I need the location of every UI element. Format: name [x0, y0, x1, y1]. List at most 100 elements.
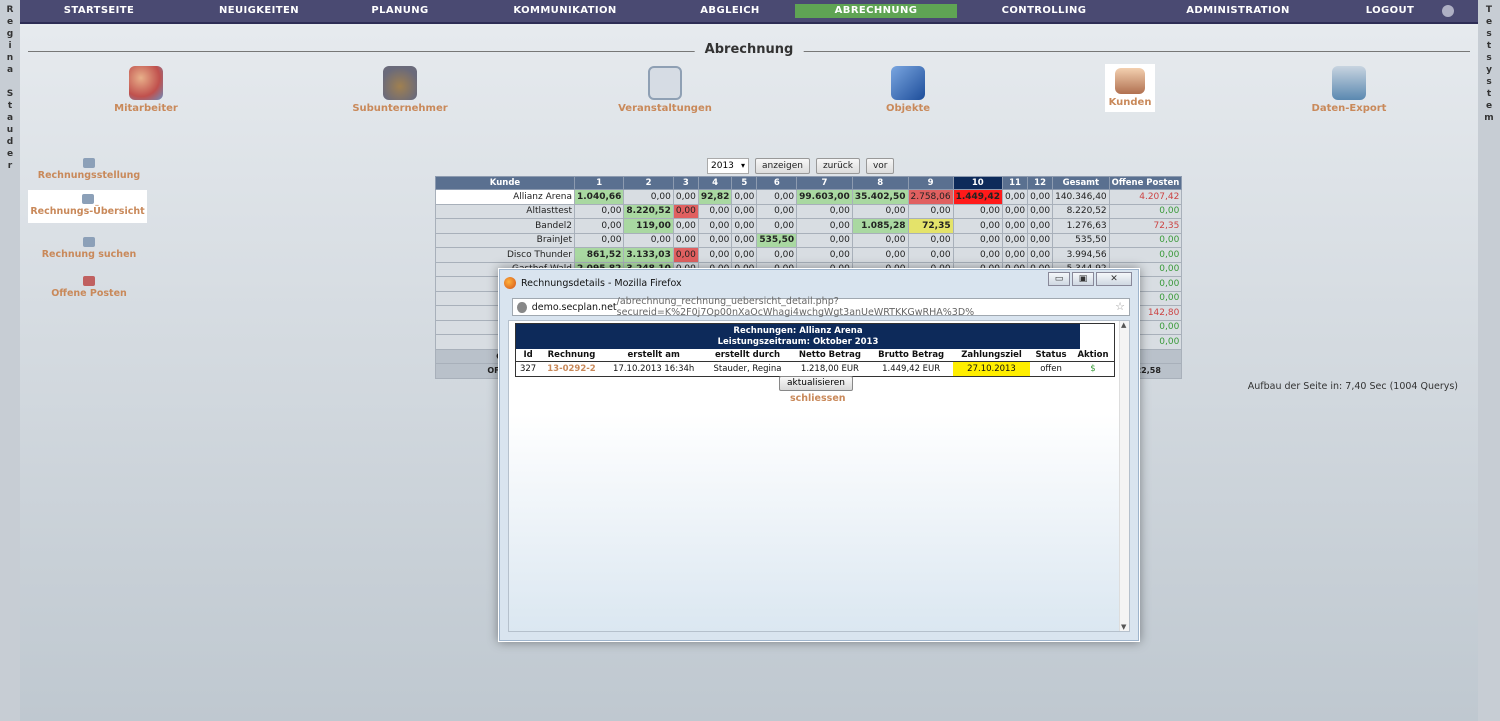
- month-value[interactable]: 1.040,66: [573, 189, 625, 205]
- customer-name[interactable]: Bandel2: [435, 218, 575, 234]
- month-value[interactable]: 0,00: [623, 232, 674, 248]
- address-bar[interactable]: demo.secplan.net/abrechnung_rechnung_ueb…: [512, 296, 1130, 318]
- year-select[interactable]: 2013: [707, 158, 749, 174]
- month-value[interactable]: 0,00: [672, 247, 699, 263]
- month-value[interactable]: 0,00: [697, 203, 733, 219]
- menu-rechnungs-uebersicht[interactable]: Rechnungs-Übersicht: [28, 190, 147, 223]
- close-window-button[interactable]: ✕: [1096, 272, 1132, 286]
- customer-name[interactable]: Allianz Arena: [435, 189, 575, 205]
- nav-kommunikation[interactable]: KOMMUNIKATION: [475, 4, 655, 18]
- month-value[interactable]: 92,82: [697, 189, 733, 205]
- scroll-down-arrow[interactable]: ▼: [1121, 623, 1126, 631]
- next-button[interactable]: vor: [865, 158, 895, 174]
- month-value[interactable]: 0,00: [731, 232, 758, 248]
- menu-rechnung-suchen[interactable]: Rechnung suchen: [30, 237, 148, 260]
- month-value[interactable]: 0,00: [756, 189, 798, 205]
- month-value[interactable]: 0,00: [697, 218, 733, 234]
- nav-startseite[interactable]: STARTSEITE: [24, 4, 174, 18]
- refresh-button[interactable]: aktualisieren: [779, 376, 853, 391]
- month-value[interactable]: 0,00: [756, 247, 798, 263]
- menu-offene-posten[interactable]: Offene Posten: [30, 276, 148, 299]
- month-value[interactable]: 0,00: [1002, 203, 1029, 219]
- month-value[interactable]: 0,00: [697, 232, 733, 248]
- month-value[interactable]: 0,00: [1002, 247, 1029, 263]
- maximize-button[interactable]: ▣: [1072, 272, 1094, 286]
- scrollbar[interactable]: ▲ ▼: [1119, 321, 1129, 631]
- close-link[interactable]: schliessen: [790, 393, 846, 404]
- month-value[interactable]: 0,00: [851, 247, 909, 263]
- month-value[interactable]: 0,00: [796, 247, 853, 263]
- month-value[interactable]: 861,52: [573, 247, 625, 263]
- invoice-number-link[interactable]: 13-0292-2: [540, 362, 603, 377]
- month-value[interactable]: 0,00: [731, 203, 758, 219]
- month-value[interactable]: 0,00: [851, 232, 909, 248]
- category-kunden[interactable]: Kunden: [1105, 64, 1155, 112]
- customer-name[interactable]: Altlasttest: [435, 203, 575, 219]
- month-value[interactable]: 0,00: [623, 189, 674, 205]
- month-value[interactable]: 35.402,50: [851, 189, 909, 205]
- menu-rechnungsstellung[interactable]: Rechnungsstellung: [30, 158, 148, 181]
- month-value[interactable]: 0,00: [731, 189, 758, 205]
- month-value[interactable]: 3.994,56: [1052, 247, 1110, 263]
- month-value[interactable]: 0,00: [796, 218, 853, 234]
- month-value[interactable]: 0,00: [731, 247, 758, 263]
- category-mitarbeiter[interactable]: Mitarbeiter: [76, 64, 216, 114]
- month-value[interactable]: 140.346,40: [1052, 189, 1110, 205]
- bookmark-star-icon[interactable]: ☆: [1115, 300, 1125, 313]
- month-value[interactable]: 0,00: [907, 247, 954, 263]
- nav-planung[interactable]: PLANUNG: [325, 4, 475, 18]
- minimize-button[interactable]: ▭: [1048, 272, 1070, 286]
- month-value[interactable]: 0,00: [756, 218, 798, 234]
- month-value[interactable]: 1.449,42: [952, 189, 1004, 205]
- month-value[interactable]: 3.133,03: [623, 247, 674, 263]
- customer-name[interactable]: Disco Thunder: [435, 247, 575, 263]
- month-value[interactable]: 0,00: [1027, 218, 1054, 234]
- month-value[interactable]: 8.220,52: [623, 203, 674, 219]
- month-value[interactable]: 0,00: [1027, 232, 1054, 248]
- month-value[interactable]: 0,00: [952, 203, 1004, 219]
- nav-abrechnung[interactable]: ABRECHNUNG: [795, 4, 957, 18]
- customer-name[interactable]: BrainJet: [435, 232, 575, 248]
- month-value[interactable]: 0,00: [796, 232, 853, 248]
- table-row[interactable]: Disco Thunder 861,52 3.133,03 0,00 0,00 0,00 0…: [435, 247, 1183, 263]
- table-row[interactable]: Altlasttest 0,00 8.220,52 0,00 0,00 0,00 0,00 0…: [435, 203, 1183, 219]
- scroll-up-arrow[interactable]: ▲: [1121, 321, 1126, 329]
- back-button[interactable]: zurück: [815, 158, 860, 174]
- category-daten-export[interactable]: Daten-Export: [1279, 64, 1419, 114]
- month-value[interactable]: 535,50: [756, 232, 798, 248]
- month-value[interactable]: 0,00: [1027, 189, 1054, 205]
- month-value[interactable]: 0,00: [697, 247, 733, 263]
- month-value[interactable]: 119,00: [623, 218, 674, 234]
- month-value[interactable]: 2.758,06: [907, 189, 954, 205]
- category-veranstaltungen[interactable]: Veranstaltungen: [595, 64, 735, 114]
- month-value[interactable]: 0,00: [672, 189, 699, 205]
- nav-neuigkeiten[interactable]: NEUIGKEITEN: [180, 4, 338, 18]
- month-value[interactable]: 8.220,52: [1052, 203, 1110, 219]
- month-value[interactable]: 0,00: [796, 203, 853, 219]
- nav-abgleich[interactable]: ABGLEICH: [660, 4, 800, 18]
- month-value[interactable]: 0,00: [1027, 247, 1054, 263]
- month-value[interactable]: 1.276,63: [1052, 218, 1110, 234]
- month-value[interactable]: 0,00: [907, 203, 954, 219]
- table-row[interactable]: Allianz Arena 1.040,66 0,00 0,00 92,82 0,00 0,…: [435, 189, 1183, 205]
- month-value[interactable]: 535,50: [1052, 232, 1110, 248]
- payment-action-icon[interactable]: $: [1072, 362, 1114, 377]
- settings-icon[interactable]: [1442, 5, 1454, 17]
- month-value[interactable]: 0,00: [672, 203, 699, 219]
- month-value[interactable]: 0,00: [573, 218, 625, 234]
- month-value[interactable]: 0,00: [1002, 218, 1029, 234]
- show-button[interactable]: anzeigen: [755, 158, 810, 174]
- month-value[interactable]: 99.603,00: [796, 189, 853, 205]
- table-row[interactable]: Bandel2 0,00 119,00 0,00 0,00 0,00 0,00 0,00 1.0…: [435, 218, 1183, 234]
- month-value[interactable]: 0,00: [851, 203, 909, 219]
- month-value[interactable]: 72,35: [907, 218, 954, 234]
- nav-controlling[interactable]: CONTROLLING: [970, 4, 1118, 18]
- month-value[interactable]: 0,00: [731, 218, 758, 234]
- month-value[interactable]: 0,00: [672, 232, 699, 248]
- month-value[interactable]: 0,00: [907, 232, 954, 248]
- month-value[interactable]: 1.085,28: [851, 218, 909, 234]
- nav-administration[interactable]: ADMINISTRATION: [1140, 4, 1336, 18]
- category-objekte[interactable]: Objekte: [838, 64, 978, 114]
- month-value[interactable]: 0,00: [1002, 232, 1029, 248]
- month-value[interactable]: 0,00: [1027, 203, 1054, 219]
